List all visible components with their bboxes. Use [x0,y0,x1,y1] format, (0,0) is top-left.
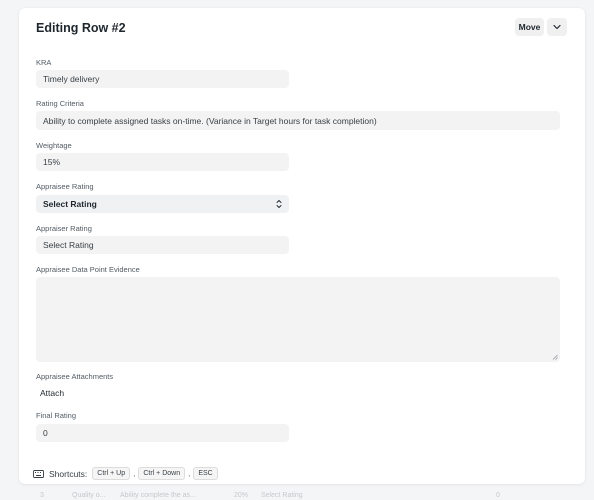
appraiser-rating-field[interactable]: Select Rating [36,236,289,254]
kra-label: KRA [36,58,52,67]
weightage-label: Weightage [36,141,72,150]
shortcut-ctrl-up: Ctrl + Up [92,467,131,480]
edit-row-dialog: Editing Row #2 Move KRA Timely delivery … [19,8,585,484]
weightage-field[interactable]: 15% [36,153,289,171]
row-rating: Select Rating [261,492,303,499]
row-final: 0 [496,492,500,499]
evidence-label: Appraisee Data Point Evidence [36,265,140,274]
rating-criteria-field[interactable]: Ability to complete assigned tasks on-ti… [36,111,560,130]
shortcut-esc: ESC [193,467,218,480]
resize-grip-icon[interactable] [552,354,558,360]
appraiser-rating-label: Appraiser Rating [36,224,92,233]
keyboard-icon [33,469,44,478]
shortcut-separator: , [133,469,136,478]
appraisee-rating-select[interactable]: Select Rating [36,195,289,213]
shortcut-ctrl-down: Ctrl + Down [138,467,186,480]
select-arrows-icon [276,200,282,208]
row-weightage: 20% [234,492,249,499]
background-table-row: 3 Quality o... Ability complete the as..… [0,490,594,500]
appraisee-rating-value: Select Rating [43,199,97,209]
dialog-title: Editing Row #2 [36,21,126,35]
final-rating-field[interactable]: 0 [36,424,289,442]
move-button[interactable]: Move [515,18,544,36]
attach-button[interactable]: Attach [40,388,64,398]
attachments-label: Appraisee Attachments [36,372,114,381]
evidence-textarea[interactable] [36,277,560,362]
row-kra: Quality o... [72,492,106,499]
shortcuts-bar: Shortcuts: Ctrl + Up , Ctrl + Down , ESC [33,467,218,480]
chevron-down-icon [553,24,561,30]
collapse-button[interactable] [547,18,567,36]
final-rating-label: Final Rating [36,411,77,420]
shortcuts-label: Shortcuts: [49,468,88,479]
rating-criteria-label: Rating Criteria [36,99,84,108]
row-index: 3 [40,492,44,499]
shortcut-separator: , [188,469,191,478]
appraisee-rating-label: Appraisee Rating [36,182,94,191]
kra-field[interactable]: Timely delivery [36,70,289,88]
row-criteria: Ability complete the as... [120,492,196,499]
